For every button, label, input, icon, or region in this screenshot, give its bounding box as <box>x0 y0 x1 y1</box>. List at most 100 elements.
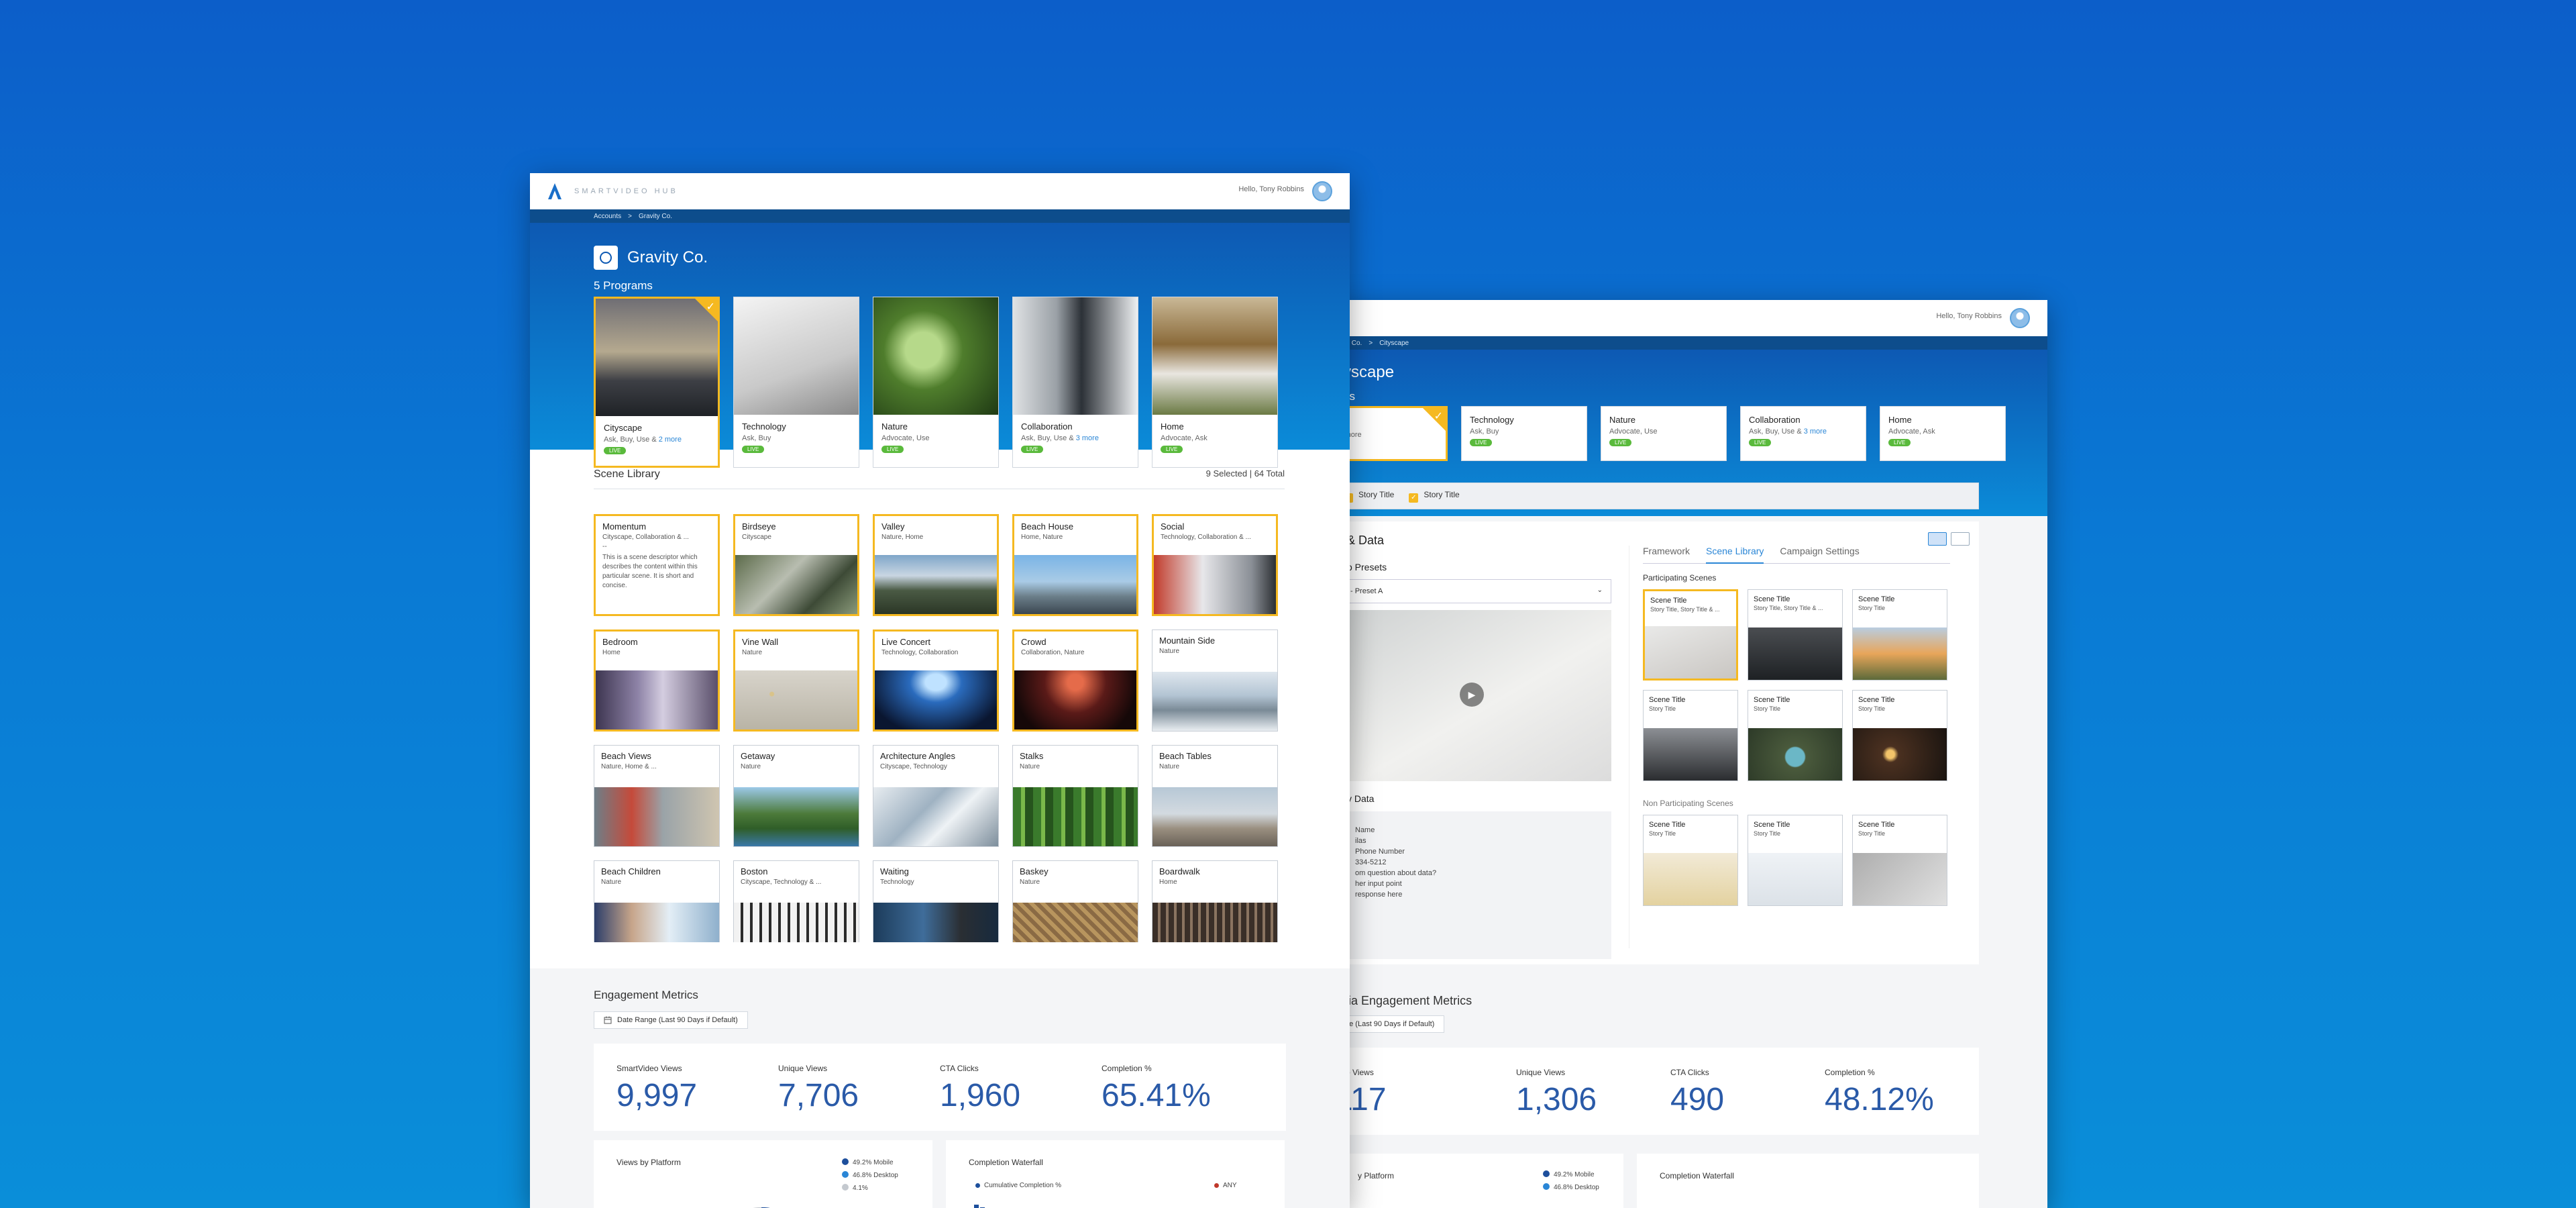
legend-label: ANY <box>1223 1182 1237 1189</box>
video-player[interactable]: ▶ <box>1343 610 1611 781</box>
live-badge: LIVE <box>881 446 904 453</box>
expand-view-icon[interactable] <box>1951 532 1970 546</box>
program-card-nature[interactable]: Nature Advocate, Use LIVE <box>873 297 999 468</box>
metric-value: 7,706 <box>778 1078 859 1113</box>
scene-card[interactable]: Scene Title Story Title, Story Title & ..… <box>1643 589 1738 681</box>
scene-card[interactable]: Beach Tables Nature <box>1152 745 1278 847</box>
scene-card[interactable]: Scene Title Story Title <box>1748 690 1843 781</box>
metric-value: 1,960 <box>940 1078 1021 1113</box>
scene-card[interactable]: Beach Views Nature, Home & ... <box>594 745 720 847</box>
more-link[interactable]: 3 more <box>1076 434 1099 442</box>
scene-tags: Nature, Home <box>881 534 924 541</box>
program-tags-text: Ask, Buy, Use & <box>1749 427 1802 436</box>
scene-stories: Story Title <box>1754 705 1781 712</box>
program-card[interactable]: Technology Ask, Buy LIVE <box>1461 406 1587 461</box>
scene-title: Scene Title <box>1858 821 1895 829</box>
tab-bar: Framework Scene Library Campaign Setting… <box>1643 546 1950 564</box>
scene-card[interactable]: Momentum Cityscape, Collaboration & ... --… <box>594 514 720 616</box>
form-line: om question about data? <box>1355 869 1437 877</box>
program-card-home[interactable]: Home Advocate, Ask LIVE <box>1152 297 1278 468</box>
metric-unique: Unique Views 7,706 <box>778 1044 940 1131</box>
breadcrumb-item[interactable]: Accounts <box>594 213 621 220</box>
scene-card[interactable]: Beach House Home, Nature <box>1012 514 1138 616</box>
user-avatar[interactable] <box>2010 308 2030 328</box>
brand[interactable]: SMARTVIDEO HUB <box>547 183 678 200</box>
scene-thumbnail <box>873 903 998 942</box>
scene-card[interactable]: Crowd Collaboration, Nature <box>1012 630 1138 732</box>
form-line: Phone Number <box>1355 848 1405 856</box>
tab-framework[interactable]: Framework <box>1643 546 1690 556</box>
view-toggles <box>1928 532 1970 546</box>
live-badge: LIVE <box>1161 446 1183 453</box>
metric-label: Unique Views <box>1516 1068 1566 1077</box>
scene-card[interactable]: Baskey Nature <box>1012 860 1138 942</box>
scene-thumbnail <box>1748 627 1842 680</box>
scene-title: Scene Title <box>1858 696 1895 704</box>
scene-card[interactable]: Beach Children Nature <box>594 860 720 942</box>
logo-icon <box>548 183 561 199</box>
scene-card[interactable]: Stalks Nature <box>1012 745 1138 847</box>
preset-select[interactable]: - Preset A ⌄ <box>1343 579 1611 603</box>
scene-card[interactable]: Scene Title Story Title <box>1643 690 1738 781</box>
scene-thumbnail <box>1013 903 1138 942</box>
scene-thumbnail <box>1644 728 1737 781</box>
more-link[interactable]: 2 more <box>659 436 682 444</box>
program-card[interactable]: Home Advocate, Ask LIVE <box>1880 406 2006 461</box>
scene-title: Scene Title <box>1858 595 1895 603</box>
scene-card[interactable]: Waiting Technology <box>873 860 999 942</box>
program-card-cityscape[interactable]: Cityscape Ask, Buy, Use & 2 more LIVE ✓ <box>594 297 720 468</box>
scene-card[interactable]: Social Technology, Collaboration & ... <box>1152 514 1278 616</box>
scene-card[interactable]: Scene Title Story Title <box>1852 815 1947 906</box>
story-checkbox[interactable]: ✓Story Title <box>1409 490 1460 503</box>
scene-card[interactable]: Scene Title Story Title <box>1852 589 1947 681</box>
scene-thumbnail <box>1014 670 1136 729</box>
scene-card[interactable]: Architecture Angles Cityscape, Technology <box>873 745 999 847</box>
chevron-down-icon: ⌄ <box>1597 587 1603 594</box>
scene-card[interactable]: Scene Title Story Title, Story Title & ..… <box>1748 589 1843 681</box>
scene-card[interactable]: Getaway Nature <box>733 745 859 847</box>
scene-tags: Technology <box>880 878 914 886</box>
split-view-icon[interactable] <box>1928 532 1947 546</box>
scene-card[interactable]: Mountain Side Nature <box>1152 630 1278 732</box>
platform-legend: 49.2% Mobile 46.8% Desktop 4.1% <box>842 1156 898 1195</box>
program-title: Home <box>1161 421 1184 432</box>
scene-card[interactable]: Birdseye Cityscape <box>733 514 859 616</box>
program-card[interactable]: Nature Advocate, Use LIVE <box>1601 406 1727 461</box>
program-card-collaboration[interactable]: Collaboration Ask, Buy, Use & 3 more LIV… <box>1012 297 1138 468</box>
waterfall-panel: Completion Waterfall Cumulative Completi… <box>946 1140 1285 1208</box>
scene-title: Scene Title <box>1754 821 1790 829</box>
more-link[interactable]: 3 more <box>1804 427 1827 436</box>
scene-card[interactable]: Boardwalk Home <box>1152 860 1278 942</box>
scene-card[interactable]: Scene Title Story Title <box>1852 690 1947 781</box>
selected-check-icon: ✓ <box>1423 408 1446 431</box>
program-card-technology[interactable]: Technology Ask, Buy LIVE <box>733 297 859 468</box>
program-title: Collaboration <box>1021 421 1073 432</box>
tab-campaign-settings[interactable]: Campaign Settings <box>1780 546 1859 556</box>
scene-card[interactable]: Valley Nature, Home <box>873 514 999 616</box>
program-title: Technology <box>1470 415 1514 425</box>
program-card[interactable]: & 2 more ✓ <box>1335 406 1448 461</box>
data-label: y Data <box>1347 793 1375 804</box>
scene-card[interactable]: Scene Title Story Title <box>1748 815 1843 906</box>
date-range-picker[interactable]: Date Range (Last 90 Days if Default) <box>594 1011 748 1029</box>
metric: CTA Clicks 490 <box>1670 1048 1825 1135</box>
scene-title: Architecture Angles <box>880 751 956 761</box>
scene-thumbnail <box>1152 672 1277 731</box>
date-range-picker[interactable]: ge (Last 90 Days if Default) <box>1335 1015 1445 1033</box>
story-checkbox[interactable]: ✓Story Title <box>1344 490 1394 503</box>
non-participating-grid: Scene Title Story Title Scene Title Story … <box>1643 815 1964 906</box>
program-title: Collaboration <box>1749 415 1801 425</box>
scene-card[interactable]: Bedroom Home <box>594 630 720 732</box>
program-card[interactable]: Collaboration Ask, Buy, Use & 3 more LIV… <box>1740 406 1866 461</box>
scene-card[interactable]: Scene Title Story Title <box>1643 815 1738 906</box>
play-icon[interactable]: ▶ <box>1460 683 1484 707</box>
scene-title: Bedroom <box>602 637 638 647</box>
scene-thumbnail <box>873 787 998 846</box>
scene-card[interactable]: Boston Cityscape, Technology & ... <box>733 860 859 942</box>
scene-card[interactable]: Live Concert Technology, Collaboration <box>873 630 999 732</box>
scene-title: Beach Tables <box>1159 751 1212 761</box>
scene-tags: Nature <box>741 763 761 770</box>
scene-card[interactable]: Vine Wall Nature <box>733 630 859 732</box>
tab-scene-library[interactable]: Scene Library <box>1706 546 1764 564</box>
user-avatar[interactable] <box>1312 181 1332 201</box>
